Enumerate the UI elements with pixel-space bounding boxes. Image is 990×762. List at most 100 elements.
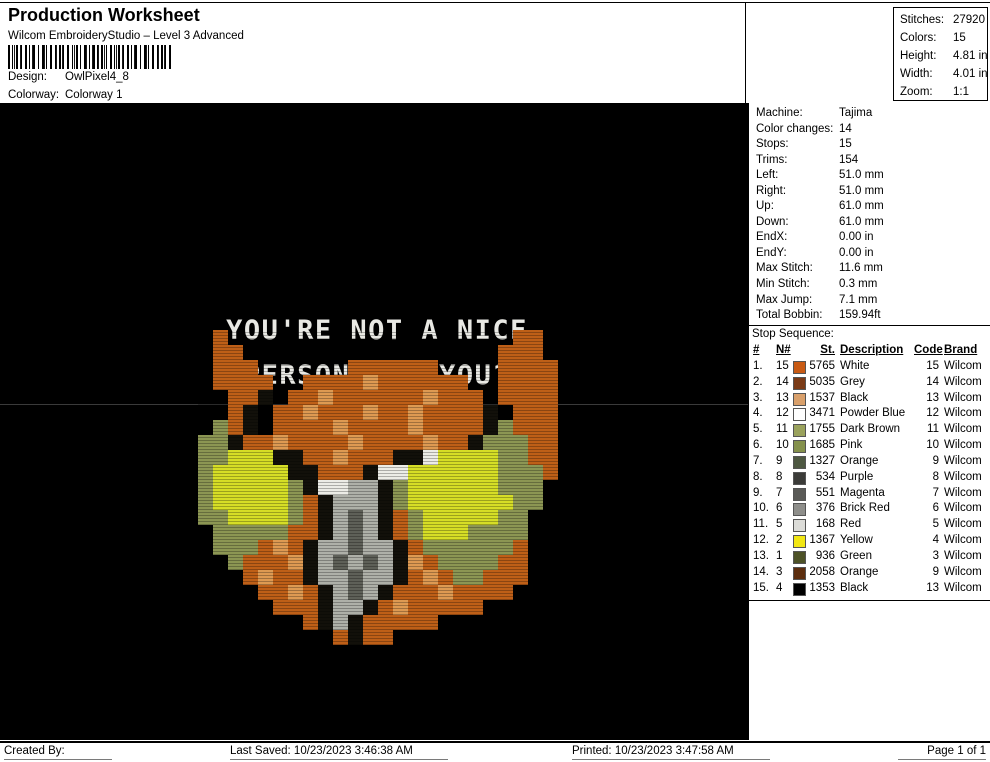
stop-number: 3. — [753, 391, 763, 404]
thread-code: 9 — [932, 565, 939, 578]
stop-sequence-row: 9. 7 551 Magenta 7 Wilcom — [749, 486, 990, 502]
colorway-label: Colorway: — [8, 89, 60, 101]
machine-row: Machine: Tajima — [756, 106, 988, 122]
thread-description: Yellow — [840, 534, 873, 547]
stop-number: 10. — [753, 502, 769, 515]
needle-number: 8 — [776, 470, 783, 483]
stitch-count: 5035 — [809, 375, 835, 388]
thread-brand: Wilcom — [944, 391, 982, 404]
stop-sequence-title: Stop Sequence: — [752, 328, 834, 340]
stop-sequence-row: 5. 11 1755 Dark Brown 11 Wilcom — [749, 422, 990, 438]
stats-row: Width: 4.01 in — [900, 65, 988, 83]
machine-value: 0.00 in — [839, 246, 874, 259]
thread-description: Green — [840, 549, 872, 562]
stop-sequence-table: # N# St. Description Code Brand 1. 15 5765 White 1… — [749, 343, 990, 597]
machine-label: Left: — [756, 169, 779, 182]
machine-label: EndY: — [756, 246, 787, 259]
machine-label: Stops: — [756, 138, 789, 151]
stats-label: Stitches: — [900, 14, 945, 26]
thread-swatch — [793, 566, 806, 580]
swatch-cell — [793, 422, 806, 438]
needle-number: 6 — [776, 502, 783, 515]
thread-code: 4 — [932, 534, 939, 547]
needle-number: 14 — [776, 375, 789, 388]
machine-row: Up: 61.0 mm — [756, 199, 988, 215]
swatch-cell — [793, 406, 806, 422]
stop-sequence-row: 10. 6 376 Brick Red 6 Wilcom — [749, 501, 990, 517]
footer-page-number: Page 1 of 1 — [898, 744, 986, 760]
stats-value: 15 — [953, 32, 966, 44]
stop-sequence-row: 11. 5 168 Red 5 Wilcom — [749, 517, 990, 533]
page-title: Production Worksheet — [8, 5, 200, 25]
stats-row: Stitches: 27920 — [900, 11, 987, 29]
thread-code: 7 — [932, 486, 939, 499]
stop-sequence-row: 3. 13 1537 Black 13 Wilcom — [749, 391, 990, 407]
stitch-count: 2058 — [809, 565, 835, 578]
stats-label: Zoom: — [900, 86, 933, 98]
machine-row: Left: 51.0 mm — [756, 168, 988, 184]
thread-swatch — [793, 440, 806, 454]
machine-label: Color changes: — [756, 122, 834, 135]
stitch-texture-overlay — [198, 330, 558, 645]
machine-row: Total Bobbin: 159.94ft — [756, 308, 988, 324]
thread-code: 8 — [932, 470, 939, 483]
thread-code: 3 — [932, 549, 939, 562]
stitch-count: 534 — [815, 470, 835, 483]
machine-label: Down: — [756, 215, 789, 228]
stitch-count: 1353 — [809, 581, 835, 594]
stitch-count: 5765 — [809, 359, 835, 372]
footer-last-saved: Last Saved: 10/23/2023 3:46:38 AM — [230, 744, 448, 760]
machine-row: EndX: 0.00 in — [756, 230, 988, 246]
stop-sequence-row: 14. 3 2058 Orange 9 Wilcom — [749, 565, 990, 581]
thread-description: Black — [840, 391, 869, 404]
stats-value: 4.01 in — [953, 68, 988, 80]
thread-swatch — [793, 424, 806, 438]
design-stats-box: Stitches: 27920 Colors: 15 Height: 4.81 in Wid… — [893, 7, 988, 101]
stop-number: 12. — [753, 534, 769, 547]
swatch-cell — [793, 549, 806, 565]
thread-brand: Wilcom — [944, 375, 982, 388]
thread-code: 14 — [926, 375, 939, 388]
thread-description: Magenta — [840, 486, 885, 499]
machine-label: Max Stitch: — [756, 262, 813, 275]
design-label: Design: — [8, 71, 47, 83]
stop-number: 15. — [753, 581, 769, 594]
machine-label: Machine: — [756, 107, 803, 119]
stitch-count: 1685 — [809, 439, 835, 452]
thread-code: 9 — [932, 454, 939, 467]
stop-sequence-row: 15. 4 1353 Black 13 Wilcom — [749, 581, 990, 597]
swatch-cell — [793, 375, 806, 391]
thread-description: Grey — [840, 375, 865, 388]
swatch-cell — [793, 486, 806, 502]
stitch-count: 936 — [815, 549, 835, 562]
stop-sequence-row: 6. 10 1685 Pink 10 Wilcom — [749, 438, 990, 454]
stitch-count: 551 — [815, 486, 835, 499]
stop-number: 4. — [753, 407, 763, 420]
thread-description: Dark Brown — [840, 423, 901, 436]
thread-swatch — [793, 471, 806, 485]
footer: Created By: Last Saved: 10/23/2023 3:46:… — [0, 741, 990, 762]
thread-brand: Wilcom — [944, 359, 982, 372]
thread-brand: Wilcom — [944, 439, 982, 452]
design-canvas: YOU'RE NOT A NICE PERSON,ARE YOU? — [0, 103, 748, 740]
stitch-count: 376 — [815, 502, 835, 515]
stop-number: 11. — [753, 518, 769, 531]
embroidery-preview: YOU'RE NOT A NICE PERSON,ARE YOU? — [0, 103, 748, 740]
machine-row: Min Stitch: 0.3 mm — [756, 277, 988, 293]
col-header-brand: Brand — [944, 344, 978, 356]
machine-info: Machine: Tajima Color changes: 14 Stops: 15 Tr… — [756, 106, 988, 324]
thread-code: 13 — [926, 581, 939, 594]
thread-brand: Wilcom — [944, 486, 982, 499]
thread-description: Purple — [840, 470, 874, 483]
swatch-cell — [793, 438, 806, 454]
machine-label: Right: — [756, 184, 787, 197]
stop-number: 1. — [753, 359, 763, 372]
needle-number: 15 — [776, 359, 789, 372]
design-row: Design: OwlPixel4_8 — [8, 71, 129, 83]
thread-swatch — [793, 582, 806, 596]
stop-sequence-row: 2. 14 5035 Grey 14 Wilcom — [749, 375, 990, 391]
machine-value: 51.0 mm — [839, 169, 884, 182]
thread-code: 10 — [926, 439, 939, 452]
col-header-st: St. — [820, 344, 835, 356]
thread-description: Powder Blue — [840, 407, 906, 420]
